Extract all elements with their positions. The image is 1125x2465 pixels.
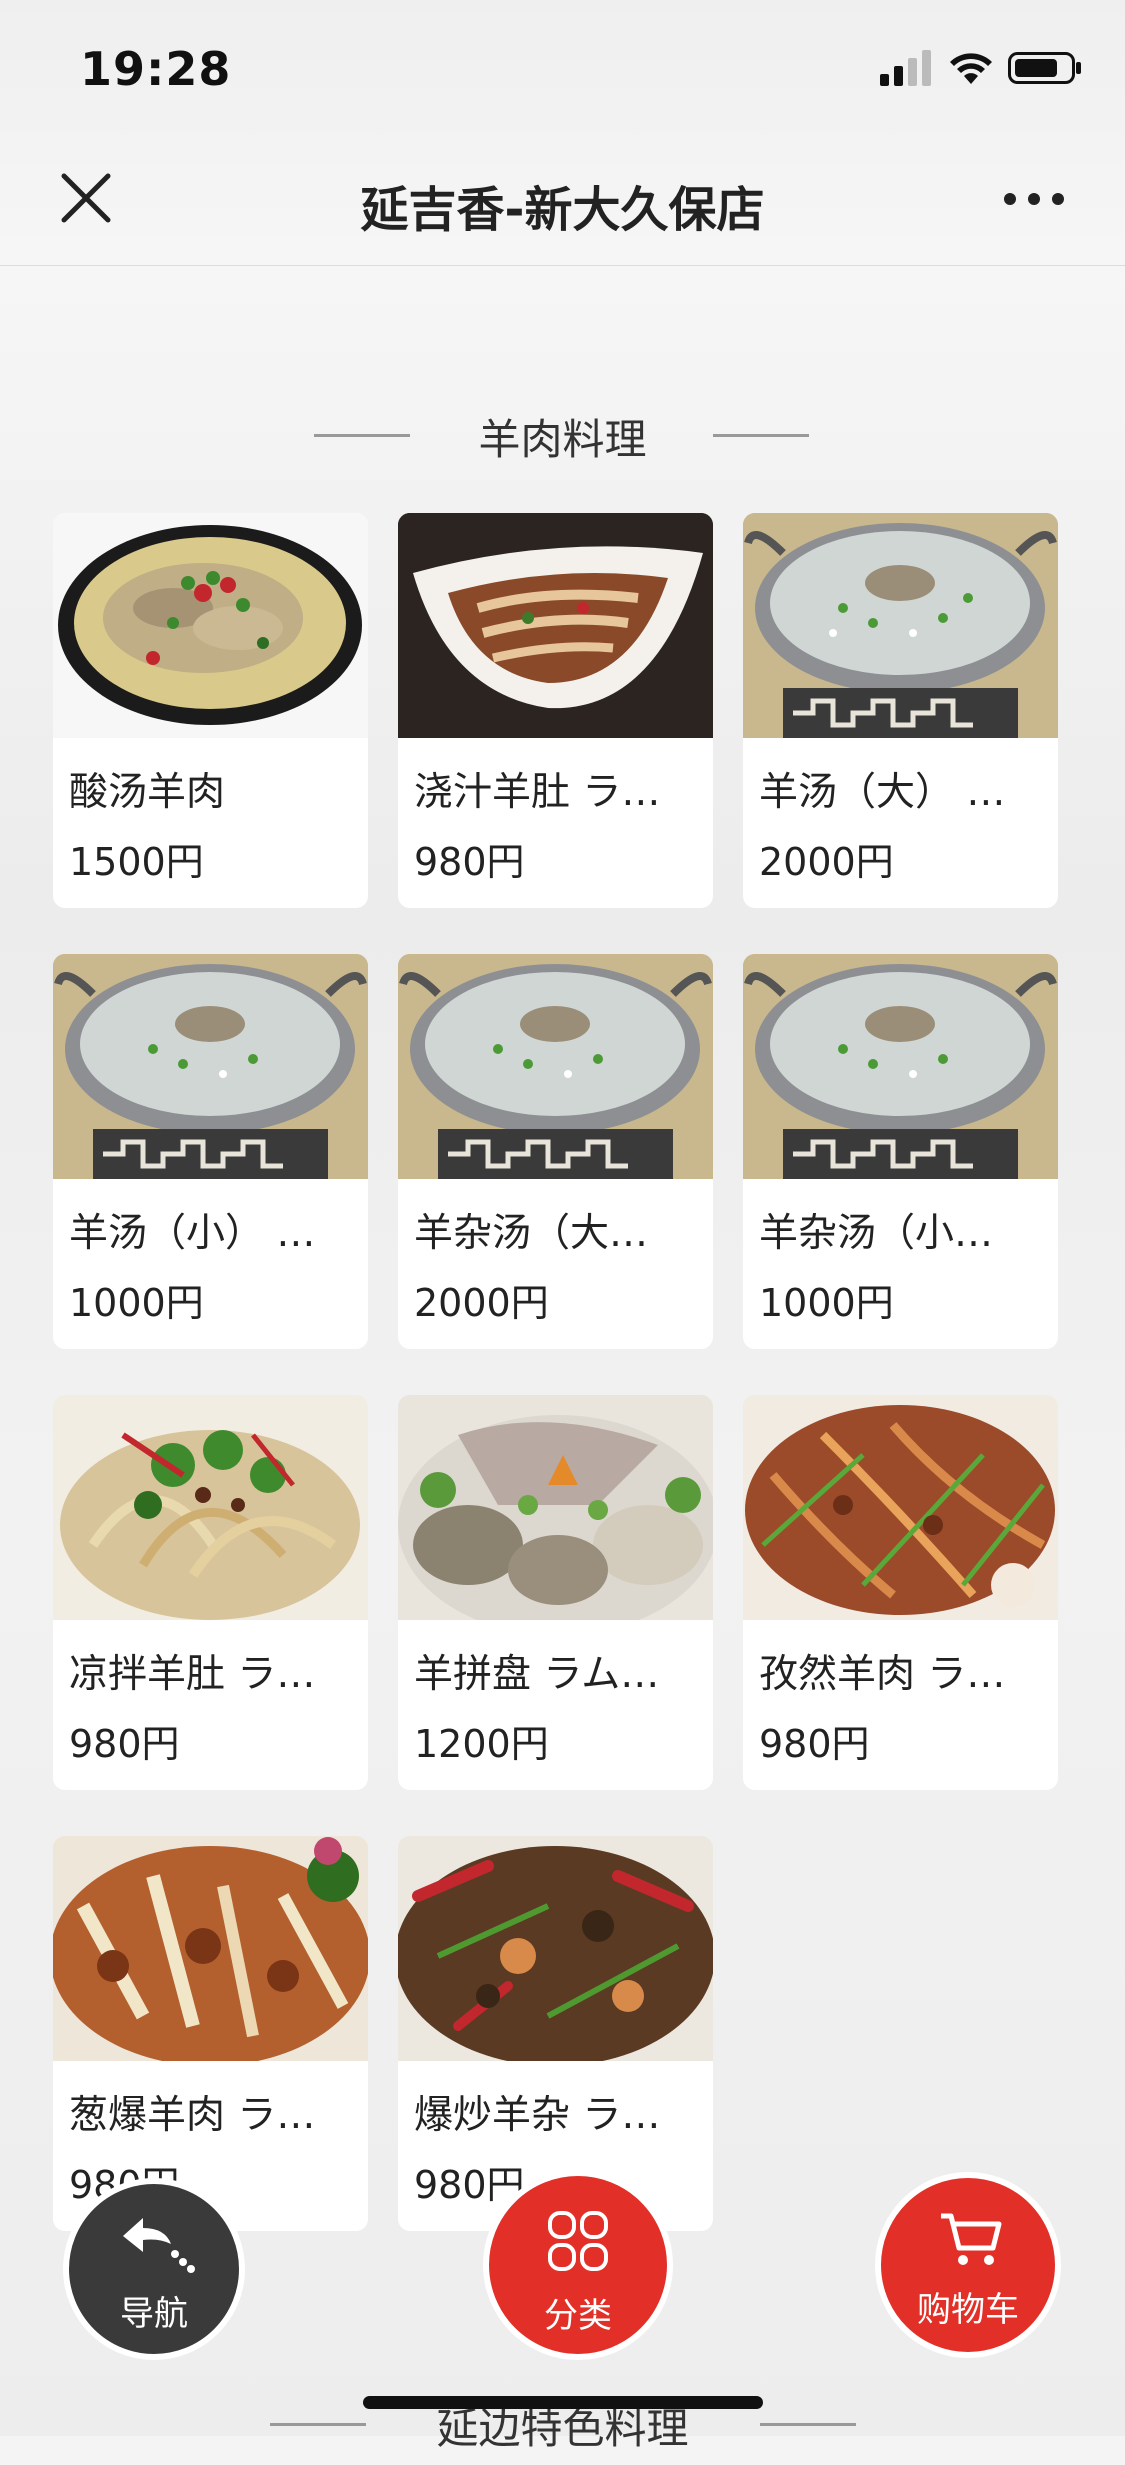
product-card[interactable]: 葱爆羊肉 ラ… 980円 xyxy=(53,1836,368,2231)
product-name: 孜然羊肉 ラ… xyxy=(759,1652,1006,1697)
product-name: 羊杂汤（小… xyxy=(759,1211,994,1256)
product-name: 羊汤（小） … xyxy=(69,1211,316,1256)
product-price: 1200円 xyxy=(414,1722,549,1766)
product-image xyxy=(398,1836,713,2061)
product-name: 葱爆羊肉 ラ… xyxy=(69,2093,316,2138)
section-title: 羊肉料理 xyxy=(478,415,647,464)
product-image xyxy=(743,1395,1058,1620)
navigation-arrow-icon xyxy=(123,2218,195,2273)
cart-button[interactable]: 购物车 xyxy=(875,2172,1061,2358)
more-options-icon[interactable] xyxy=(1003,184,1065,214)
status-time: 19:28 xyxy=(80,42,232,96)
category-grid-icon xyxy=(548,2211,608,2271)
product-card[interactable]: 浇汁羊肚 ラ… 980円 xyxy=(398,513,713,908)
product-price: 980円 xyxy=(414,840,525,884)
product-name: 凉拌羊肚 ラ… xyxy=(69,1652,316,1697)
product-name: 羊汤（大） … xyxy=(759,770,1006,815)
product-image xyxy=(53,1395,368,1620)
category-button[interactable]: 分类 xyxy=(483,2170,673,2360)
product-price: 1000円 xyxy=(69,1281,204,1325)
product-image xyxy=(53,513,368,738)
status-bar: 19:28 xyxy=(0,0,1125,140)
product-price: 1000円 xyxy=(759,1281,894,1325)
navigation-button[interactable]: 导航 xyxy=(63,2178,245,2360)
battery-icon xyxy=(1008,52,1081,84)
home-indicator xyxy=(363,2396,763,2409)
wifi-icon xyxy=(950,53,992,84)
product-name: 羊拼盘 ラム… xyxy=(414,1652,660,1697)
navigation-label: 导航 xyxy=(120,2294,188,2334)
product-card[interactable]: 羊汤（小） … 1000円 xyxy=(53,954,368,1349)
product-price: 980円 xyxy=(759,1722,870,1766)
product-price: 980円 xyxy=(69,1722,180,1766)
product-image xyxy=(53,954,368,1179)
product-card[interactable]: 羊拼盘 ラム… 1200円 xyxy=(398,1395,713,1790)
product-image xyxy=(53,1836,368,2061)
product-price: 2000円 xyxy=(759,840,894,884)
product-name: 羊杂汤（大… xyxy=(414,1211,649,1256)
product-card[interactable]: 羊杂汤（大… 2000円 xyxy=(398,954,713,1349)
product-image xyxy=(743,513,1058,738)
product-price: 2000円 xyxy=(414,1281,549,1325)
product-card[interactable]: 凉拌羊肚 ラ… 980円 xyxy=(53,1395,368,1790)
cellular-signal-icon xyxy=(880,50,931,86)
product-image xyxy=(398,1395,713,1620)
product-name: 酸汤羊肉 xyxy=(69,770,226,815)
category-label: 分类 xyxy=(544,2296,612,2336)
cart-label: 购物车 xyxy=(917,2290,1019,2330)
product-name: 浇汁羊肚 ラ… xyxy=(414,770,661,815)
product-card[interactable]: 羊汤（大） … 2000円 xyxy=(743,513,1058,908)
product-card[interactable]: 酸汤羊肉 1500円 xyxy=(53,513,368,908)
divider-line xyxy=(713,434,809,437)
product-image xyxy=(743,954,1058,1179)
page-title: 延吉香-新大久保店 xyxy=(360,182,765,238)
product-card[interactable]: 羊杂汤（小… 1000円 xyxy=(743,954,1058,1349)
product-name: 爆炒羊杂 ラ… xyxy=(414,2093,661,2138)
product-image xyxy=(398,513,713,738)
product-card[interactable]: 孜然羊肉 ラ… 980円 xyxy=(743,1395,1058,1790)
shopping-cart-icon xyxy=(941,2213,1002,2265)
section-header: 羊肉料理 xyxy=(0,396,1125,476)
divider-line xyxy=(760,2423,856,2426)
product-price: 1500円 xyxy=(69,840,204,884)
product-image xyxy=(398,954,713,1179)
nav-bar: 延吉香-新大久保店 xyxy=(0,140,1125,266)
